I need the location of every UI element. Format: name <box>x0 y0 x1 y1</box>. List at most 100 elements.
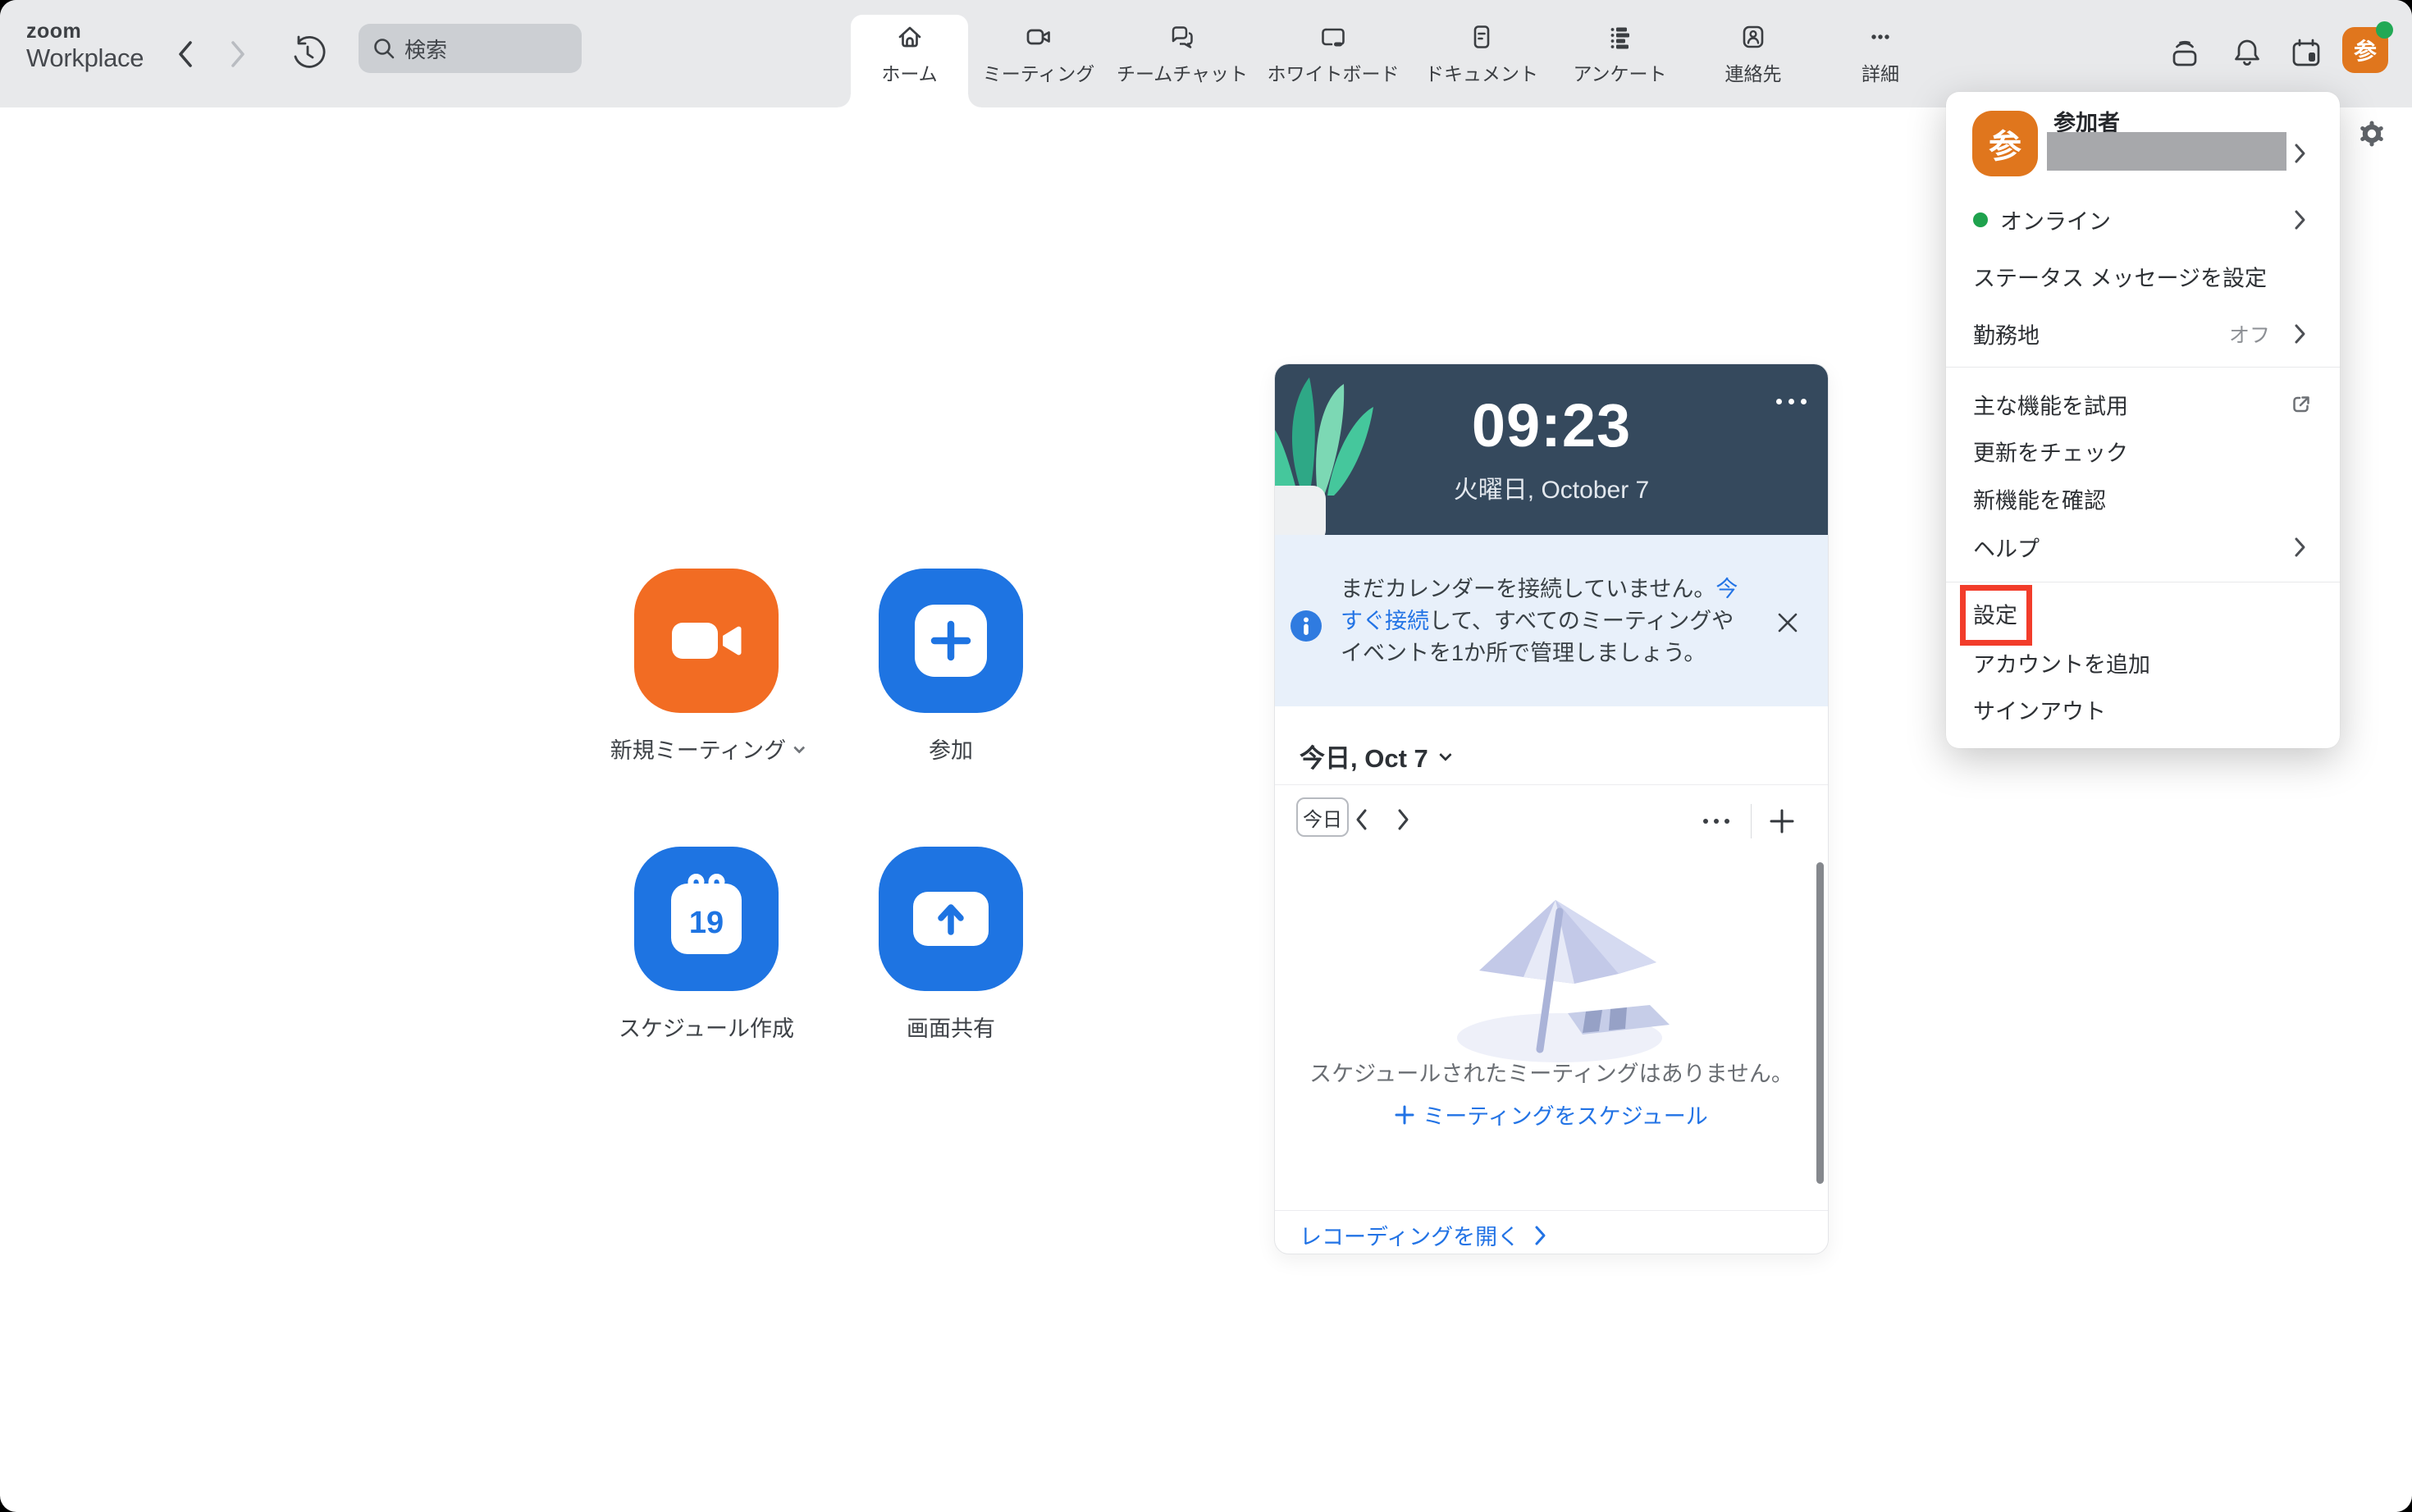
share-screen-button[interactable]: 画面共有 <box>879 847 1023 991</box>
chevron-right-icon <box>2294 537 2306 558</box>
clock-card: 09:23 火曜日, October 7 <box>1275 364 1828 535</box>
main-tabs: ホーム ミーティング チームチャット ホワイトボード <box>851 0 1942 107</box>
notifications-button[interactable] <box>2228 34 2266 72</box>
whiteboard-icon <box>1318 21 1349 53</box>
next-day-button[interactable] <box>1396 807 1411 832</box>
card-more-button[interactable] <box>1776 399 1807 404</box>
tab-team-chat[interactable]: チームチャット <box>1109 0 1255 107</box>
settings-gear-button[interactable] <box>2358 120 2386 148</box>
tab-label: ドキュメント <box>1425 58 1538 86</box>
connect-device-button[interactable] <box>2166 34 2204 72</box>
chevron-left-icon <box>175 38 196 71</box>
tab-label: ホーム <box>881 58 937 86</box>
avatar: 参 <box>1972 111 2038 176</box>
calendar-button[interactable] <box>2287 34 2325 72</box>
divider <box>1751 804 1752 838</box>
zoom-workplace-logo: zoom Workplace <box>26 21 144 71</box>
survey-icon <box>1605 21 1636 53</box>
profile-menu: 参 参加者 オンライン ステータス メッセージを設定 勤務地 オフ 主な機能を試… <box>1946 92 2340 748</box>
menu-item-sign-out[interactable]: サインアウト <box>1973 694 2106 726</box>
menu-item-online-status[interactable]: オンライン <box>2000 204 2111 236</box>
menu-item-try-features[interactable]: 主な機能を試用 <box>1973 389 2128 421</box>
menu-item-help[interactable]: ヘルプ <box>1973 532 2040 564</box>
clock-time: 09:23 <box>1275 391 1828 460</box>
agenda-area: スケジュールされたミーティングはありません。 ミーティングをスケジュール <box>1275 859 1828 1187</box>
tab-home[interactable]: ホーム <box>851 0 968 107</box>
tab-flare <box>968 94 981 107</box>
chevron-right-icon <box>2294 323 2306 345</box>
chevron-right-icon <box>2294 209 2306 231</box>
search-placeholder: 検索 <box>404 34 447 64</box>
today-heading: 今日, Oct 7 <box>1300 738 1428 774</box>
back-button[interactable] <box>167 36 203 72</box>
chevron-right-icon <box>1534 1225 1547 1246</box>
menu-item-set-status-message[interactable]: ステータス メッセージを設定 <box>1973 261 2267 293</box>
camera-icon <box>669 616 744 665</box>
chevron-left-icon <box>1354 807 1368 832</box>
avatar-initial: 参 <box>2354 34 2377 66</box>
search-input[interactable]: 検索 <box>359 24 582 73</box>
redacted-name <box>2047 132 2286 171</box>
chat-icon <box>1167 21 1198 53</box>
agenda-more-button[interactable] <box>1703 819 1729 824</box>
calendar-icon <box>2287 34 2325 72</box>
schedule-meeting-link[interactable]: ミーティングをスケジュール <box>1275 1099 1828 1131</box>
tab-label: 連絡先 <box>1725 58 1782 86</box>
external-link-icon <box>2289 392 2314 417</box>
tab-label: 詳細 <box>1862 58 1899 86</box>
contacts-icon <box>1738 21 1769 53</box>
meetings-panel: 09:23 火曜日, October 7 まだカレンダーを接続していません。今す… <box>1274 363 1829 1254</box>
scrollbar-thumb[interactable] <box>1816 862 1824 1184</box>
menu-item-whats-new[interactable]: 新機能を確認 <box>1973 483 2106 515</box>
tab-docs[interactable]: ドキュメント <box>1411 0 1552 107</box>
schedule-button[interactable]: 19 スケジュール作成 <box>634 847 779 991</box>
today-button[interactable]: 今日 <box>1296 797 1349 837</box>
menu-item-workplace[interactable]: 勤務地 <box>1973 318 2040 350</box>
forward-button[interactable] <box>220 36 256 72</box>
tab-surveys[interactable]: アンケート <box>1552 0 1688 107</box>
chevron-down-icon <box>1439 748 1452 761</box>
quick-action-label: 新規ミーティング <box>610 733 786 765</box>
chevron-right-icon <box>2294 143 2306 164</box>
open-recordings-link[interactable]: レコーディングを開く <box>1300 1219 1547 1251</box>
divider <box>1946 367 2340 368</box>
banner-text: まだカレンダーを接続していません。今すぐ接続して、すべてのミーティングやイベント… <box>1341 573 1744 669</box>
plus-icon <box>1395 1105 1414 1125</box>
calendar-banner: まだカレンダーを接続していません。今すぐ接続して、すべてのミーティングやイベント… <box>1275 535 1828 706</box>
more-icon <box>1865 21 1896 53</box>
tab-contacts[interactable]: 連絡先 <box>1688 0 1819 107</box>
calendar-rings-icon <box>671 870 742 895</box>
tab-more[interactable]: 詳細 <box>1819 0 1942 107</box>
prev-day-button[interactable] <box>1354 807 1368 832</box>
logo-zoom: zoom <box>26 21 144 42</box>
document-icon <box>1466 21 1497 53</box>
menu-item-check-updates[interactable]: 更新をチェック <box>1973 436 2128 468</box>
menu-item-add-account[interactable]: アカウントを追加 <box>1973 647 2150 679</box>
tab-meetings[interactable]: ミーティング <box>968 0 1109 107</box>
divider <box>1275 784 1828 785</box>
chevron-down-icon[interactable] <box>794 742 806 753</box>
tab-label: アンケート <box>1573 58 1666 86</box>
tab-flare <box>838 94 851 107</box>
presence-dot <box>2376 21 2393 39</box>
history-icon <box>289 34 327 72</box>
history-button[interactable] <box>289 34 327 72</box>
zoom-workplace-window: zoom Workplace 検索 <box>0 0 2412 1512</box>
logo-workplace: Workplace <box>26 45 144 71</box>
tab-whiteboard[interactable]: ホワイトボード <box>1255 0 1411 107</box>
annotation-highlight-settings <box>1960 585 2032 646</box>
quick-action-label: 参加 <box>929 733 973 765</box>
no-meetings-text: スケジュールされたミーティングはありません。 <box>1275 1056 1828 1088</box>
calendar-day-number: 19 <box>689 906 724 941</box>
add-meeting-button[interactable] <box>1768 807 1796 835</box>
new-meeting-button[interactable]: 新規ミーティング <box>634 569 779 713</box>
join-button[interactable]: 参加 <box>879 569 1023 713</box>
clock-date: 火曜日, October 7 <box>1275 469 1828 505</box>
video-icon <box>1023 21 1054 53</box>
beach-umbrella-illustration <box>1404 888 1699 1065</box>
close-icon[interactable] <box>1775 610 1800 635</box>
cast-icon <box>2166 34 2204 72</box>
divider <box>1275 1210 1828 1211</box>
today-date-dropdown[interactable]: 今日, Oct 7 <box>1300 738 1449 774</box>
arrow-up-icon <box>933 901 969 937</box>
